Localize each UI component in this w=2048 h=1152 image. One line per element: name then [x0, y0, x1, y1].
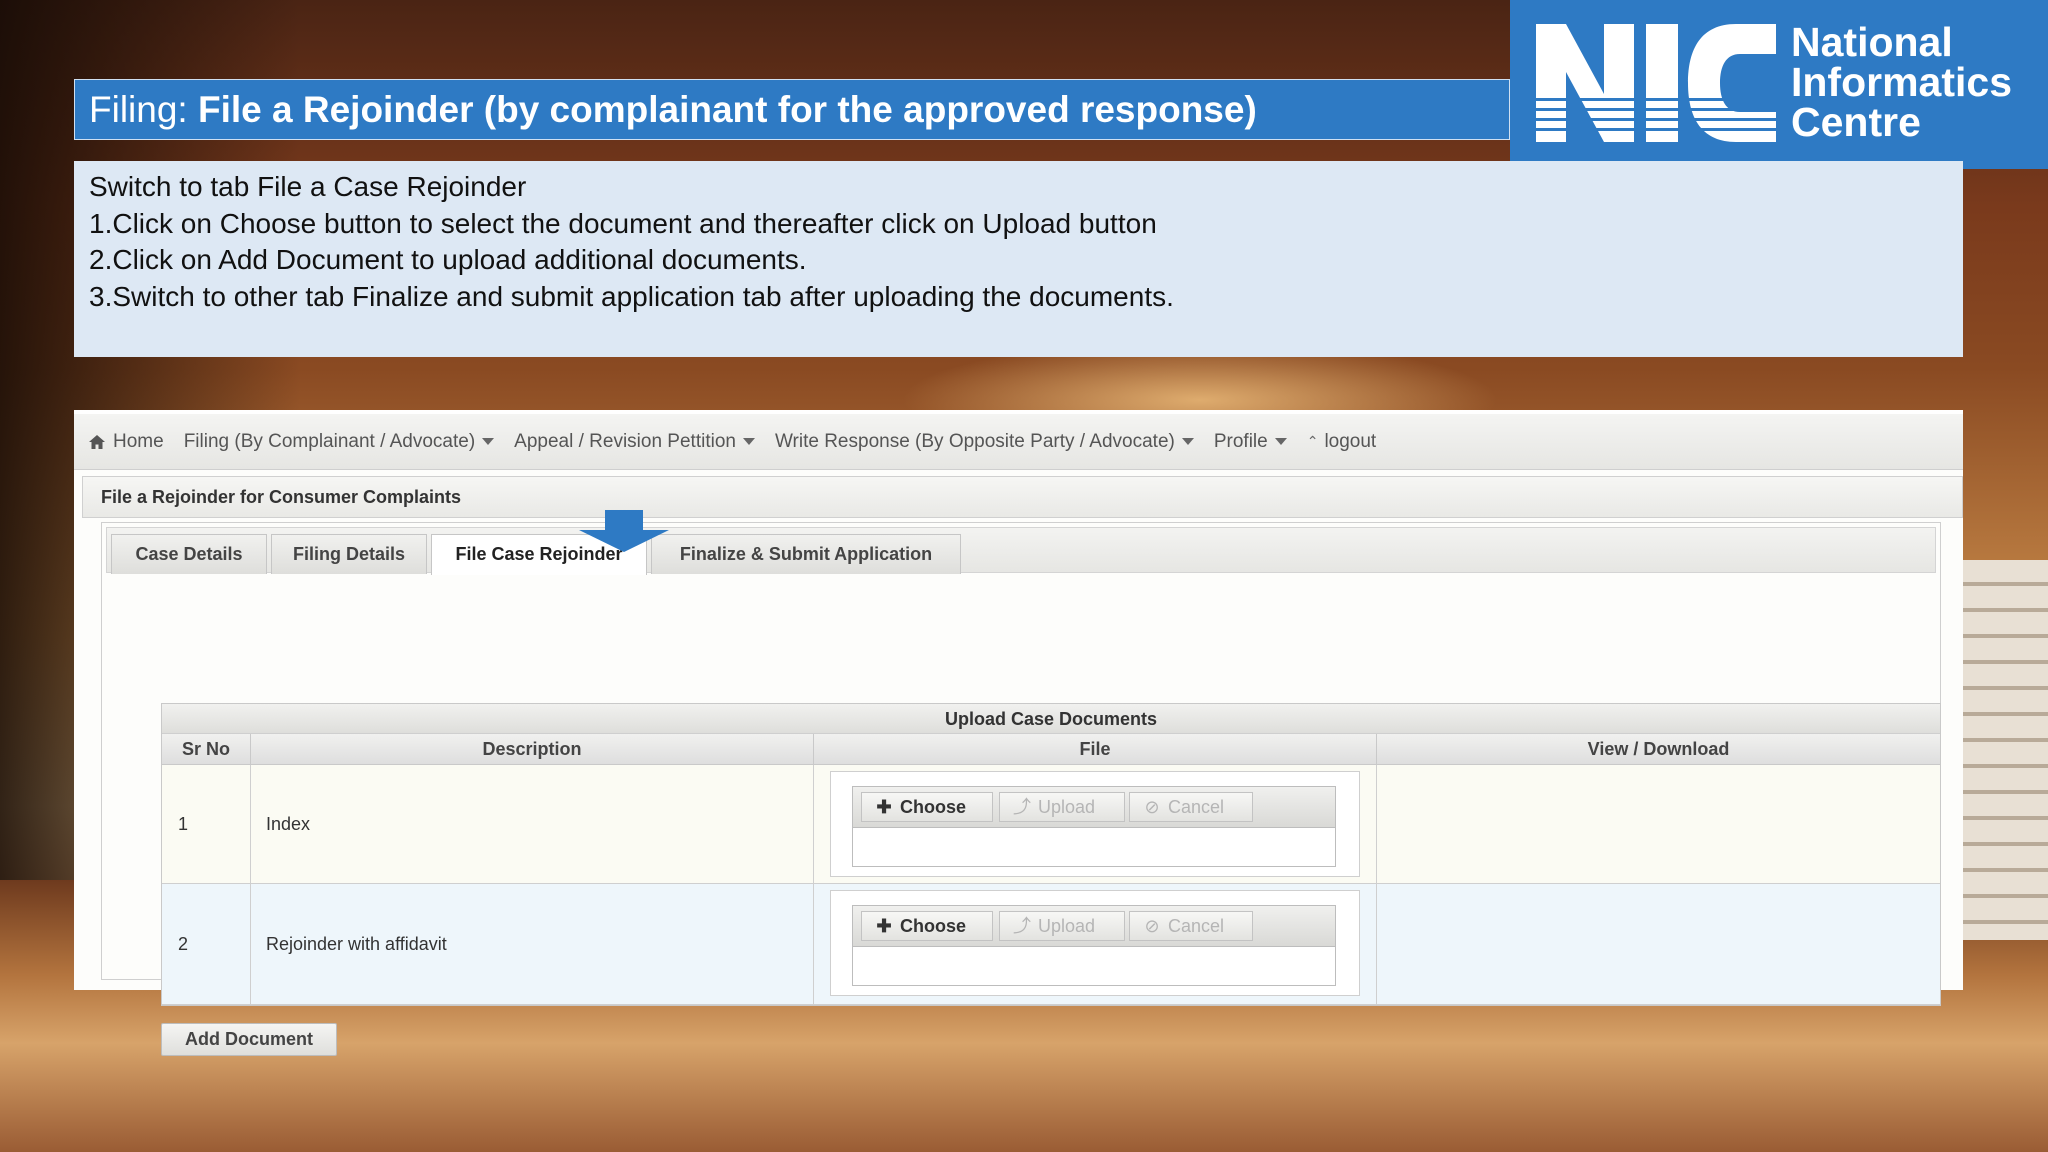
cancel-label: Cancel: [1168, 916, 1225, 936]
instruction-line: 2.Click on Add Document to upload additi…: [89, 244, 807, 275]
cell-sr-no: 1: [162, 765, 251, 883]
chevron-up-icon: ⌃: [1306, 433, 1319, 449]
choose-button[interactable]: ✚ Choose: [861, 911, 993, 941]
add-document-button[interactable]: Add Document: [161, 1023, 337, 1056]
table-row: 1 Index ✚ Choose ⤴ Upload ⊘ Cancel: [162, 765, 1940, 884]
arrow-down-icon: [579, 510, 669, 552]
cancel-icon: ⊘: [1144, 916, 1160, 936]
table-row: 2 Rejoinder with affidavit ✚ Choose ⤴ Uplo…: [162, 884, 1940, 1005]
upload-icon: ⤴: [1013, 916, 1031, 936]
caret-down-icon: [742, 438, 755, 445]
tab-container: Case Details Filing Details File Case Re…: [101, 522, 1941, 1056]
instruction-line: Switch to tab File a Case Rejoinder: [89, 171, 527, 202]
slide-title: Filing: File a Rejoinder (by complainant…: [74, 79, 1510, 140]
cancel-label: Cancel: [1168, 797, 1225, 817]
nav-logout-label: logout: [1324, 430, 1377, 452]
cell-description: Rejoinder with affidavit: [251, 884, 814, 1004]
cell-sr-no: 2: [162, 884, 251, 1004]
page-header: File a Rejoinder for Consumer Complaints: [82, 476, 1963, 518]
cell-file: ✚ Choose ⤴ Upload ⊘ Cancel: [814, 765, 1377, 883]
column-header-description: Description: [251, 734, 814, 765]
cancel-icon: ⊘: [1144, 797, 1160, 817]
nav-profile[interactable]: Profile: [1214, 431, 1287, 453]
title-main: File a Rejoinder (by complainant for the…: [197, 89, 1257, 130]
file-uploader: ✚ Choose ⤴ Upload ⊘ Cancel: [830, 890, 1360, 996]
tab-finalize-submit[interactable]: Finalize & Submit Application: [651, 534, 961, 574]
nav-logout[interactable]: ⌃ logout: [1307, 431, 1377, 453]
nav-home-label: Home: [113, 430, 164, 452]
choose-label: Choose: [900, 916, 967, 936]
nav-appeal[interactable]: Appeal / Revision Pettition: [514, 431, 755, 453]
tab-strip: Case Details Filing Details File Case Re…: [106, 527, 1936, 575]
cancel-button[interactable]: ⊘ Cancel: [1129, 911, 1253, 941]
nav-profile-label: Profile: [1213, 430, 1268, 452]
logo-line-2: Informatics: [1791, 59, 2012, 105]
plus-icon: ✚: [876, 797, 892, 817]
column-header-view-download: View / Download: [1377, 734, 1940, 765]
title-prefix: Filing:: [89, 89, 198, 130]
cell-view-download: [1377, 884, 1940, 1004]
file-uploader: ✚ Choose ⤴ Upload ⊘ Cancel: [830, 771, 1360, 877]
logo-line-3: Centre: [1791, 99, 1921, 145]
choose-button[interactable]: ✚ Choose: [861, 792, 993, 822]
upload-button[interactable]: ⤴ Upload: [999, 911, 1125, 941]
nic-wordmark: National Informatics Centre: [1791, 19, 2012, 145]
cancel-button[interactable]: ⊘ Cancel: [1129, 792, 1253, 822]
app-panel: Home Filing (By Complainant / Advocate) …: [74, 410, 1963, 1056]
nav-write-response-label: Write Response (By Opposite Party / Advo…: [774, 430, 1175, 452]
caret-down-icon: [1274, 438, 1287, 445]
column-header-sr-no: Sr No: [162, 734, 251, 765]
instruction-line: 3.Switch to other tab Finalize and submi…: [89, 280, 1174, 312]
upload-icon: ⤴: [1013, 797, 1031, 817]
tab-case-details[interactable]: Case Details: [111, 534, 267, 574]
caret-down-icon: [1181, 438, 1194, 445]
nav-write-response[interactable]: Write Response (By Opposite Party / Advo…: [775, 431, 1194, 453]
top-navbar: Home Filing (By Complainant / Advocate) …: [74, 410, 1963, 470]
uploader-file-list[interactable]: [852, 828, 1336, 867]
uploader-file-list[interactable]: [852, 947, 1336, 986]
instruction-line: 1.Click on Choose button to select the d…: [89, 207, 1157, 239]
upload-label: Upload: [1038, 916, 1096, 936]
cell-file: ✚ Choose ⤴ Upload ⊘ Cancel: [814, 884, 1377, 1004]
caret-down-icon: [482, 438, 495, 445]
logo-line-1: National: [1791, 19, 1953, 65]
nav-appeal-label: Appeal / Revision Pettition: [514, 430, 736, 452]
uploader-toolbar: ✚ Choose ⤴ Upload ⊘ Cancel: [852, 786, 1336, 828]
upload-button[interactable]: ⤴ Upload: [999, 792, 1125, 822]
nic-mark-icon: [1536, 24, 1776, 142]
nic-logo: National Informatics Centre: [1510, 0, 2048, 169]
home-icon: [89, 434, 105, 449]
plus-icon: ✚: [876, 916, 892, 936]
upload-label: Upload: [1038, 797, 1096, 817]
nav-filing[interactable]: Filing (By Complainant / Advocate): [183, 430, 495, 453]
upload-documents-table: Upload Case Documents Sr No Description …: [161, 703, 1941, 1006]
choose-label: Choose: [900, 797, 967, 817]
nav-home[interactable]: Home: [88, 431, 164, 453]
uploader-toolbar: ✚ Choose ⤴ Upload ⊘ Cancel: [852, 905, 1336, 947]
table-caption: Upload Case Documents: [162, 704, 1940, 734]
nav-filing-label: Filing (By Complainant / Advocate): [183, 430, 476, 452]
cell-view-download: [1377, 765, 1940, 883]
tab-filing-details[interactable]: Filing Details: [271, 534, 427, 574]
instructions-box: Switch to tab File a Case Rejoinder 1.Cl…: [74, 161, 1963, 357]
column-header-file: File: [814, 734, 1377, 765]
cell-description: Index: [251, 765, 814, 883]
